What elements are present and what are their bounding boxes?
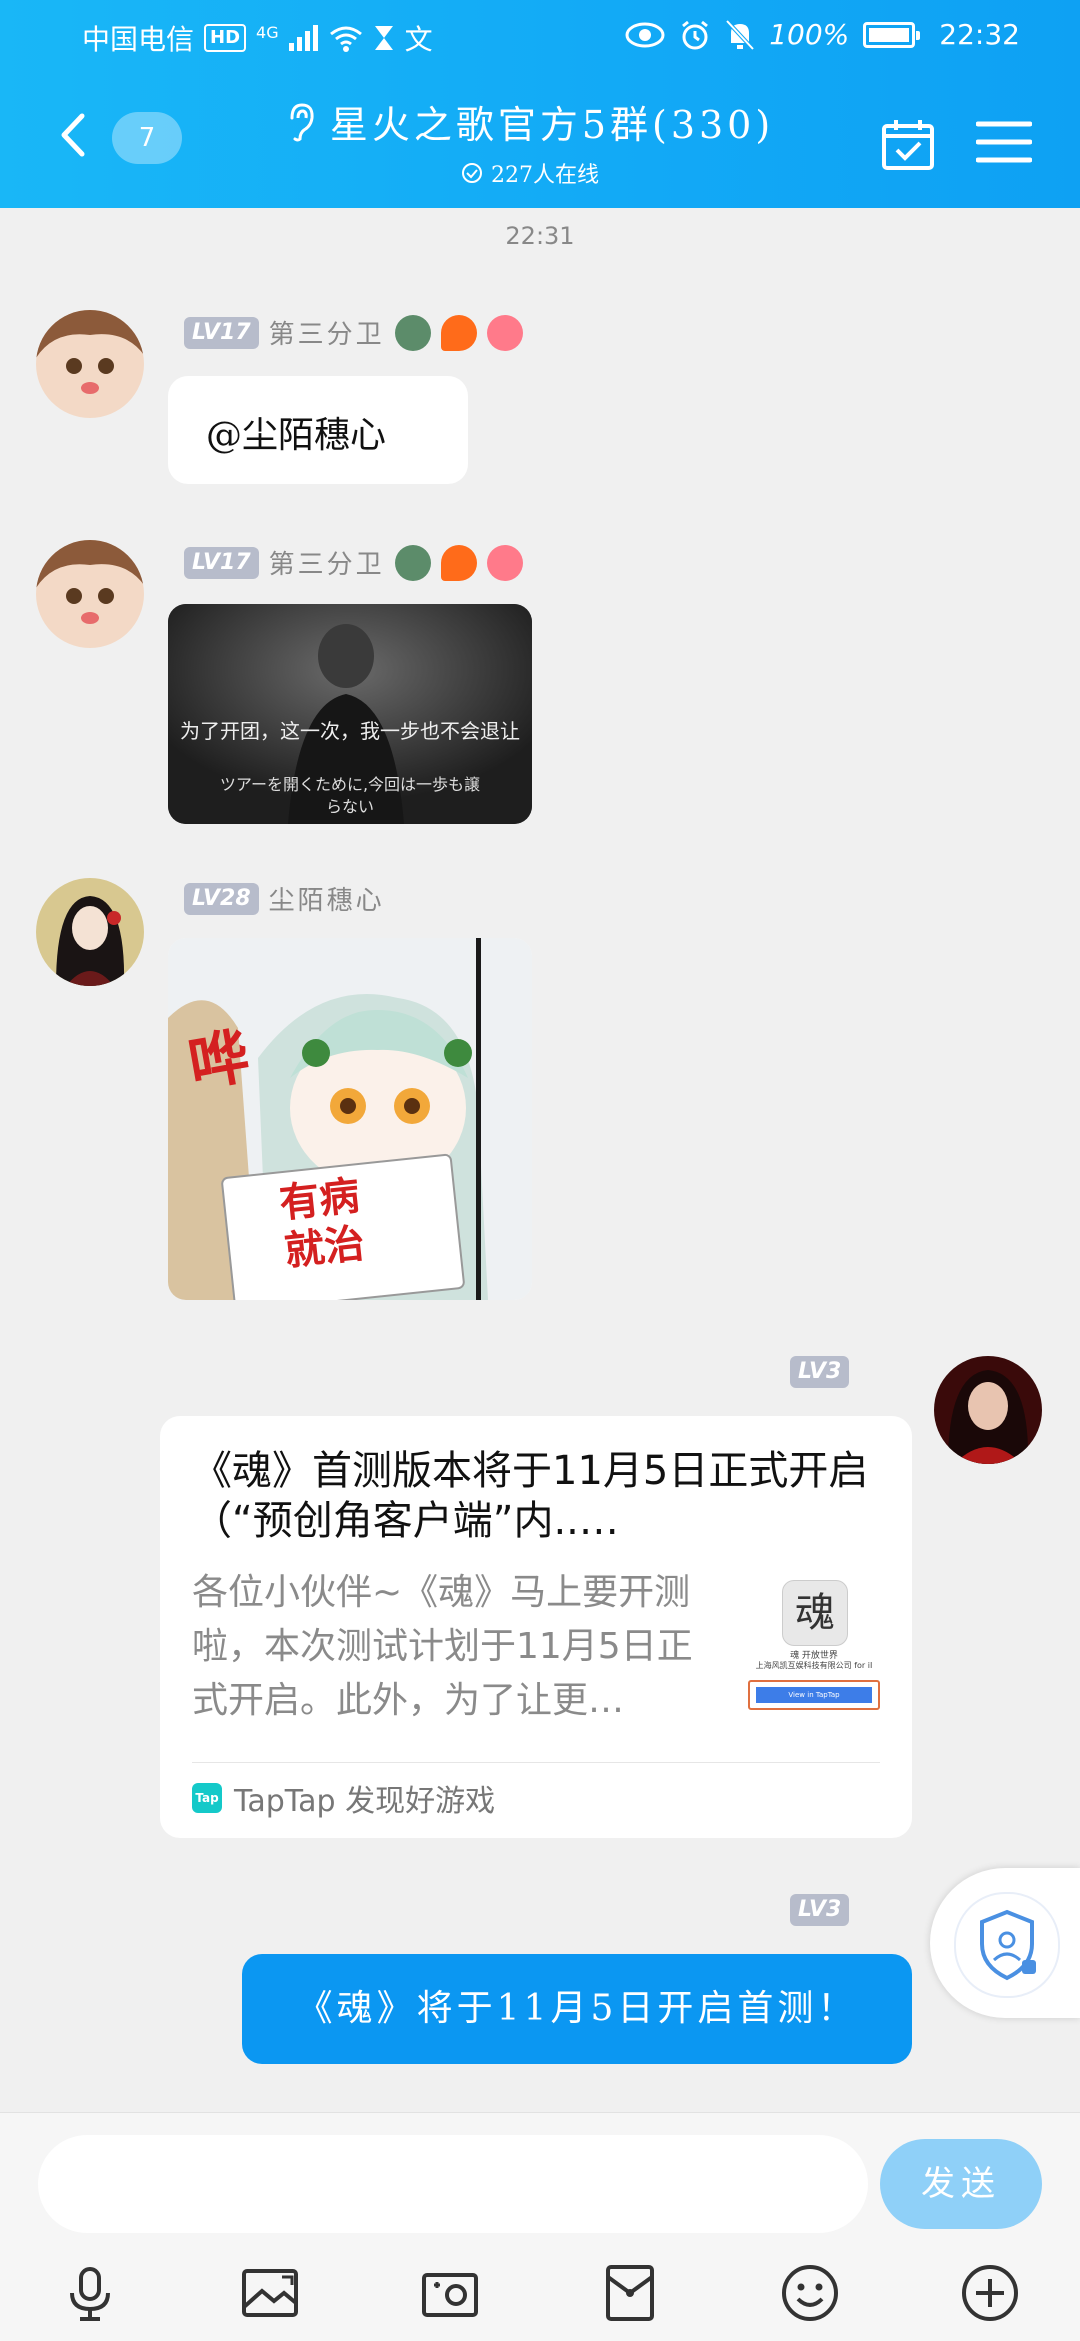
fire-badge-icon bbox=[440, 314, 477, 351]
shield-user-icon bbox=[980, 1909, 1036, 1981]
input-bar: 发送 bbox=[0, 2112, 1080, 2341]
avatar[interactable] bbox=[36, 540, 144, 648]
network-label: 4G bbox=[256, 22, 279, 42]
card-divider bbox=[192, 1762, 880, 1763]
back-arrow-icon[interactable] bbox=[52, 112, 98, 158]
eye-icon bbox=[625, 22, 665, 47]
calendar-check-icon[interactable] bbox=[880, 116, 936, 172]
sticker-message[interactable]: 哗 有病就治 bbox=[168, 938, 532, 1300]
title-area[interactable]: 星火之歌官方5群(330) 227人在线 bbox=[260, 94, 800, 189]
ear-icon bbox=[290, 102, 314, 141]
sender-name[interactable]: 第三分卫 bbox=[269, 544, 385, 581]
message-bubble[interactable]: 《魂》将于11月5日开启首测！ bbox=[242, 1954, 912, 2064]
plus-icon[interactable] bbox=[960, 2263, 1020, 2323]
dragon-badge-icon bbox=[394, 314, 431, 351]
level-badge: LV17 bbox=[184, 546, 259, 579]
time-divider: 22:31 bbox=[505, 222, 575, 250]
message-meta: LV17 第三分卫 bbox=[184, 314, 523, 351]
sticker-sign: 有病就治 bbox=[277, 1173, 367, 1275]
smile-badge-icon bbox=[486, 544, 523, 581]
card-description: 各位小伙伴~《魂》马上要开测啦，本次测试计划于11月5日正式开启。此外，为了让更… bbox=[192, 1572, 693, 1721]
avatar[interactable] bbox=[36, 878, 144, 986]
message-bubble[interactable]: @尘陌穗心 bbox=[168, 376, 468, 484]
wifi-icon bbox=[329, 26, 362, 52]
battery-icon bbox=[863, 21, 921, 48]
image-caption-cn: 为了开团，这一次，我一步也不会退让 bbox=[180, 719, 520, 743]
message-meta: LV28 尘陌穗心 bbox=[184, 880, 385, 917]
smile-badge-icon bbox=[486, 314, 523, 351]
level-badge: LV3 bbox=[790, 1894, 850, 1926]
hd-badge: HD bbox=[204, 24, 247, 52]
message-input[interactable] bbox=[38, 2135, 868, 2233]
red-packet-icon[interactable] bbox=[600, 2263, 660, 2323]
chat-header: 中国电信 HD 4G 文 100% 22:32 7 星火之歌官方5群(330) bbox=[0, 0, 1080, 208]
message-text: @尘陌穗心 bbox=[206, 415, 387, 456]
taptap-logo-icon: Tap bbox=[192, 1783, 222, 1813]
mute-bell-icon bbox=[725, 19, 755, 50]
fire-badge-icon bbox=[440, 544, 477, 581]
image-message[interactable]: 为了开团，这一次，我一步也不会退让 ツアーを開くために,今回は一歩も譲らない bbox=[168, 604, 532, 824]
image-caption-jp: ツアーを開くために,今回は一歩も譲らない bbox=[219, 775, 481, 816]
dragon-badge-icon bbox=[394, 544, 431, 581]
carrier-label: 中国电信 bbox=[82, 23, 195, 56]
link-card[interactable]: 《魂》首测版本将于11月5日正式开启（“预创角客户端”内..… 各位小伙伴~《魂… bbox=[160, 1416, 912, 1838]
send-button[interactable]: 发送 bbox=[880, 2139, 1042, 2229]
sender-name[interactable]: 第三分卫 bbox=[269, 314, 385, 351]
battery-percent: 100% bbox=[769, 18, 850, 51]
security-float-button[interactable] bbox=[930, 1868, 1080, 2018]
thumb-company: 上海风凯互娱科技有限公司 for iI bbox=[755, 1661, 873, 1670]
online-count: 227人在线 bbox=[491, 163, 599, 188]
clock: 22:32 bbox=[939, 18, 1020, 51]
thumb-button-frame: View in TapTap bbox=[748, 1680, 880, 1710]
alarm-icon bbox=[682, 20, 709, 49]
unread-count-badge[interactable]: 7 bbox=[112, 112, 182, 164]
card-title: 《魂》首测版本将于11月5日正式开启（“预创角客户端”内..… bbox=[192, 1448, 869, 1544]
app-icon: 魂 bbox=[782, 1580, 848, 1646]
microphone-icon[interactable] bbox=[60, 2263, 120, 2323]
level-badge: LV28 bbox=[184, 882, 259, 915]
avatar[interactable] bbox=[934, 1356, 1042, 1464]
card-source-label: TapTap 发现好游戏 bbox=[234, 1784, 496, 1819]
signal-icon bbox=[288, 25, 318, 51]
hourglass-icon bbox=[374, 26, 393, 50]
level-badge: LV17 bbox=[184, 316, 259, 349]
message-text: 《魂》将于11月5日开启首测！ bbox=[296, 1988, 858, 2029]
nav-bar: 7 星火之歌官方5群(330) 227人在线 bbox=[0, 72, 1080, 208]
image-icon[interactable] bbox=[240, 2263, 300, 2323]
group-title: 星火之歌官方5群(330) bbox=[329, 103, 775, 147]
status-extra-label: 文 bbox=[404, 23, 433, 56]
sender-name[interactable]: 尘陌穗心 bbox=[269, 880, 385, 917]
level-badge: LV3 bbox=[790, 1356, 850, 1388]
card-source: Tap TapTap 发现好游戏 bbox=[192, 1776, 495, 1820]
status-bar: 中国电信 HD 4G 文 100% 22:32 bbox=[0, 0, 1080, 72]
message-meta: LV17 第三分卫 bbox=[184, 544, 523, 581]
card-thumbnail: 魂 魂 开放世界 上海风凯互娱科技有限公司 for iI View in Tap… bbox=[744, 1580, 884, 1716]
emoji-icon[interactable] bbox=[780, 2263, 840, 2323]
avatar[interactable] bbox=[36, 310, 144, 418]
menu-icon[interactable] bbox=[976, 120, 1032, 164]
camera-icon[interactable] bbox=[420, 2263, 480, 2323]
thumb-button: View in TapTap bbox=[756, 1687, 872, 1703]
check-circle-icon bbox=[462, 163, 482, 183]
